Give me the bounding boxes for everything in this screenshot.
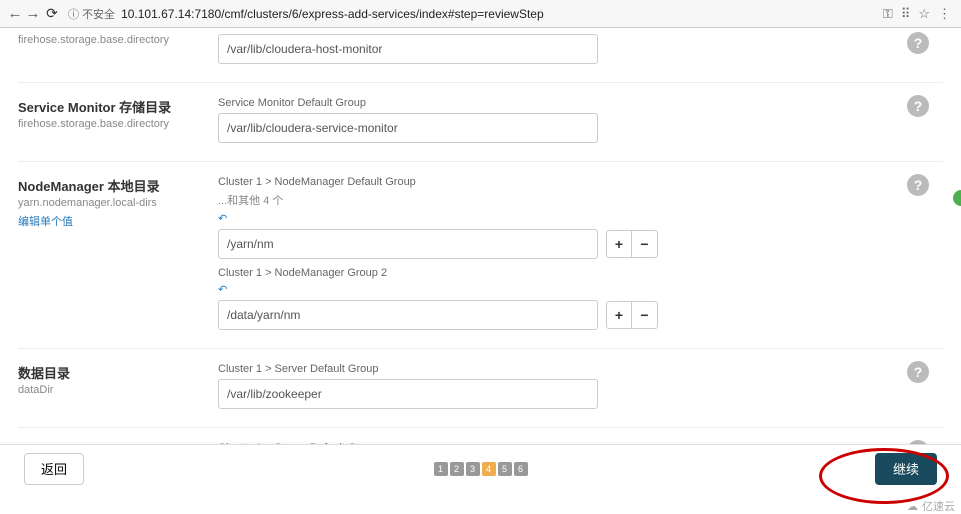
config-key: dataDir xyxy=(18,384,208,396)
step-1[interactable]: 1 xyxy=(434,462,448,476)
host-monitor-dir-input[interactable] xyxy=(218,34,598,64)
browser-address-bar: ← → ⟳ ⓘ 不安全 10.101.67.14:7180/cmf/cluste… xyxy=(0,0,961,28)
help-icon[interactable]: ? xyxy=(907,361,929,383)
edit-single-value-link[interactable]: 编辑单个值 xyxy=(18,213,208,229)
help-icon[interactable]: ? xyxy=(907,32,929,54)
step-pager: 1 2 3 4 5 6 xyxy=(434,462,528,476)
forward-icon[interactable]: → xyxy=(24,5,42,22)
section-nodemanager-local-dirs: NodeManager 本地目录 yarn.nodemanager.local-… xyxy=(18,161,943,348)
add-value-button[interactable]: + xyxy=(606,230,632,258)
back-button[interactable]: 返回 xyxy=(24,453,84,485)
watermark: ☁ 亿速云 xyxy=(907,498,955,514)
step-4[interactable]: 4 xyxy=(482,462,496,476)
url-text: 10.101.67.14:7180/cmf/clusters/6/express… xyxy=(121,7,544,21)
config-key: yarn.nodemanager.local-dirs xyxy=(18,197,208,209)
group-label: Cluster 1 > NodeManager Group 2 xyxy=(218,267,903,279)
reload-icon[interactable]: ⟳ xyxy=(42,5,62,22)
section-data-dir: 数据目录 dataDir Cluster 1 > Server Default … xyxy=(18,348,943,427)
translate-icon[interactable]: ⠿ xyxy=(901,6,911,22)
section-title: 数据目录 xyxy=(18,363,208,382)
menu-icon[interactable]: ⋮ xyxy=(938,6,951,22)
key-icon[interactable]: ⚿ xyxy=(883,6,893,22)
config-form: firehose.storage.base.directory ? Servic… xyxy=(0,28,961,448)
section-host-monitor: firehose.storage.base.directory ? xyxy=(18,28,943,82)
wizard-footer: 返回 1 2 3 4 5 6 继续 xyxy=(0,444,961,492)
nm-local-dir-input-1[interactable] xyxy=(218,229,598,259)
back-icon[interactable]: ← xyxy=(6,5,24,22)
help-icon[interactable]: ? xyxy=(907,174,929,196)
config-key: firehose.storage.base.directory xyxy=(18,34,208,46)
browser-right-icons: ⚿ ⠿ ☆ ⋮ xyxy=(883,6,955,22)
step-3[interactable]: 3 xyxy=(466,462,480,476)
config-key: firehose.storage.base.directory xyxy=(18,118,208,130)
add-value-button[interactable]: + xyxy=(606,301,632,329)
star-icon[interactable]: ☆ xyxy=(918,6,930,22)
cloud-icon: ☁ xyxy=(907,500,918,513)
section-title: Service Monitor 存储目录 xyxy=(18,97,208,116)
step-5[interactable]: 5 xyxy=(498,462,512,476)
group-label: Cluster 1 > NodeManager Default Group xyxy=(218,176,903,188)
section-title: NodeManager 本地目录 xyxy=(18,176,208,195)
group-label: Cluster 1 > Server Default Group xyxy=(218,363,903,375)
insecure-badge: ⓘ 不安全 xyxy=(68,6,115,22)
nm-local-dir-input-2[interactable] xyxy=(218,300,598,330)
step-6[interactable]: 6 xyxy=(514,462,528,476)
remove-value-button[interactable]: − xyxy=(632,230,658,258)
continue-button[interactable]: 继续 xyxy=(875,453,937,485)
help-icon[interactable]: ? xyxy=(907,95,929,117)
more-groups-label: ...和其他 4 个 xyxy=(218,192,903,208)
section-service-monitor: Service Monitor 存储目录 firehose.storage.ba… xyxy=(18,82,943,161)
revert-icon[interactable]: ↶ xyxy=(218,212,903,225)
data-dir-input[interactable] xyxy=(218,379,598,409)
group-label: Service Monitor Default Group xyxy=(218,97,903,109)
service-monitor-dir-input[interactable] xyxy=(218,113,598,143)
step-2[interactable]: 2 xyxy=(450,462,464,476)
remove-value-button[interactable]: − xyxy=(632,301,658,329)
address-field[interactable]: ⓘ 不安全 10.101.67.14:7180/cmf/clusters/6/e… xyxy=(68,6,883,22)
revert-icon[interactable]: ↶ xyxy=(218,283,903,296)
